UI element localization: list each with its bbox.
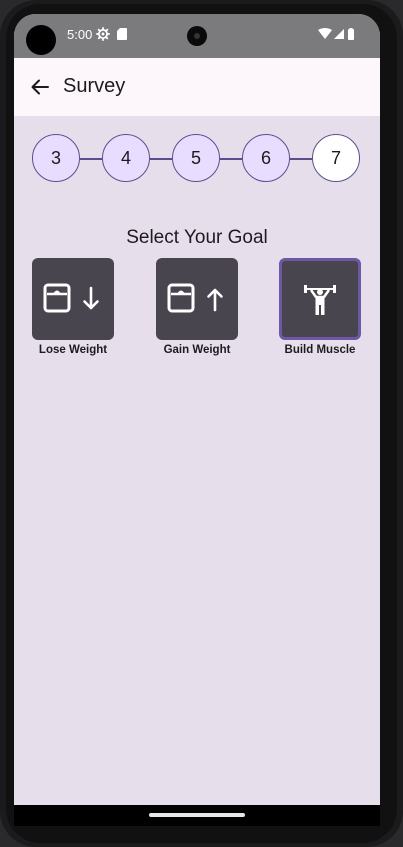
navigation-bar <box>14 805 380 826</box>
goal-label: Build Muscle <box>284 344 356 356</box>
step-7-current[interactable]: 7 <box>312 134 360 182</box>
section-title: Select Your Goal <box>126 227 268 248</box>
settings-gear-icon <box>96 27 110 41</box>
survey-stepper: 3 4 5 6 7 <box>32 134 362 184</box>
step-number: 7 <box>330 147 341 168</box>
camera-cutout <box>26 25 56 55</box>
step-number: 6 <box>260 147 271 168</box>
battery-icon <box>348 29 354 40</box>
step-number: 4 <box>120 147 131 168</box>
goal-option-lose-weight[interactable]: Lose Weight <box>28 258 118 356</box>
scale-arrow-up-icon <box>167 283 223 313</box>
step-5[interactable]: 5 <box>172 134 220 182</box>
arrow-back-icon <box>31 79 49 95</box>
top-app-bar: Survey <box>14 58 380 116</box>
goal-label: Gain Weight <box>163 344 231 356</box>
home-indicator[interactable] <box>149 813 245 817</box>
sd-card-icon <box>117 28 127 40</box>
weightlifter-icon <box>304 285 336 315</box>
status-indicators <box>318 28 354 40</box>
back-button[interactable] <box>26 75 54 99</box>
screen: 5:00 Survey 3 4 5 6 7 Select Your Goal L… <box>14 14 380 826</box>
step-connector <box>290 158 312 160</box>
step-4[interactable]: 4 <box>102 134 150 182</box>
goal-option-build-muscle[interactable]: Build Muscle <box>275 258 365 356</box>
step-connector <box>80 158 102 160</box>
goal-tile-selected <box>279 258 361 340</box>
step-6[interactable]: 6 <box>242 134 290 182</box>
scale-arrow-down-icon <box>43 283 99 313</box>
step-connector <box>220 158 242 160</box>
goal-tile <box>156 258 238 340</box>
signal-icon <box>334 29 344 39</box>
wifi-icon <box>318 28 332 39</box>
status-time: 5:00 <box>67 27 93 42</box>
step-number: 5 <box>190 147 201 168</box>
step-connector <box>150 158 172 160</box>
goal-tile <box>32 258 114 340</box>
status-bar: 5:00 <box>14 14 380 58</box>
page-title: Survey <box>63 75 126 97</box>
step-3[interactable]: 3 <box>32 134 80 182</box>
front-camera <box>187 26 207 46</box>
goal-option-gain-weight[interactable]: Gain Weight <box>152 258 242 356</box>
goal-label: Lose Weight <box>38 344 108 356</box>
step-number: 3 <box>50 147 61 168</box>
